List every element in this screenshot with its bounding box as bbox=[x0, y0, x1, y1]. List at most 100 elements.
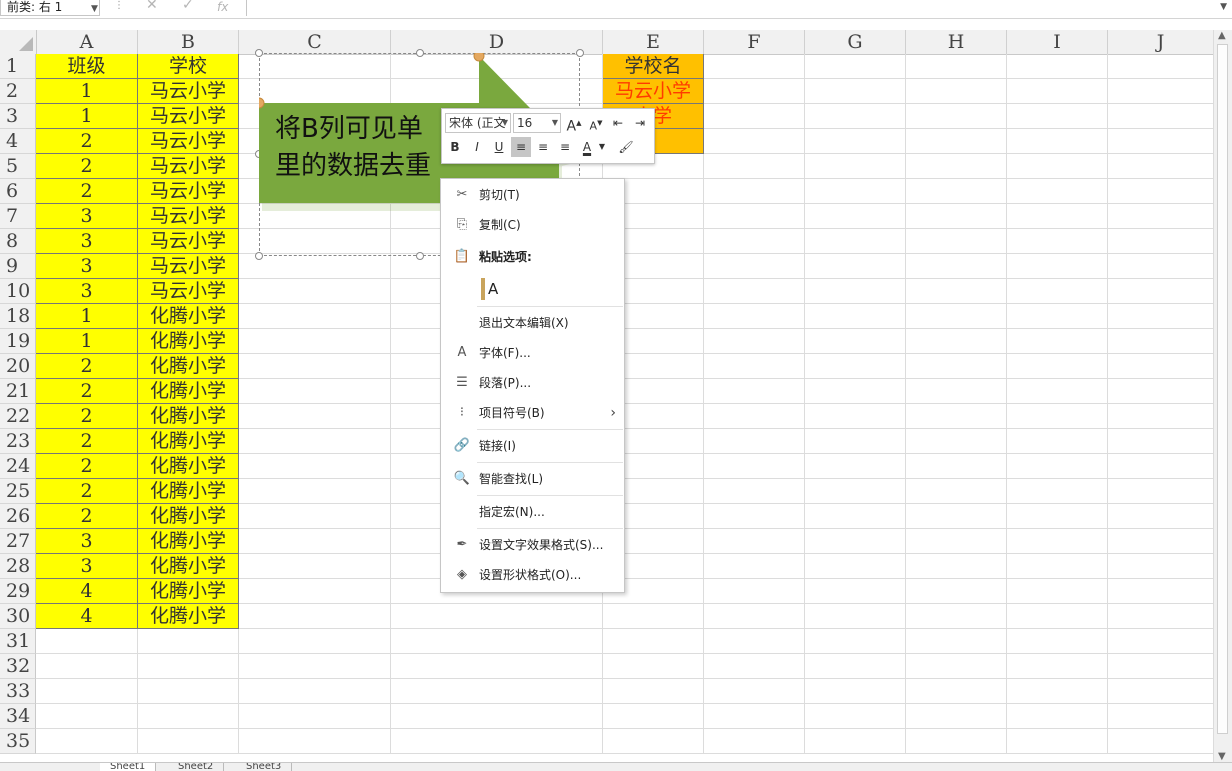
cell-i[interactable] bbox=[1007, 79, 1108, 104]
cell-g[interactable] bbox=[805, 379, 906, 404]
menu-item-paste-text-only[interactable]: A bbox=[441, 275, 624, 303]
cell-c[interactable] bbox=[239, 704, 391, 729]
cell-a[interactable]: 2 bbox=[36, 504, 138, 529]
cell-g[interactable] bbox=[805, 54, 906, 79]
row-header[interactable]: 29 bbox=[0, 579, 36, 604]
cell-g[interactable] bbox=[805, 279, 906, 304]
cell-j[interactable] bbox=[1108, 654, 1214, 679]
cell-j[interactable] bbox=[1108, 154, 1214, 179]
cell-j[interactable] bbox=[1108, 479, 1214, 504]
insert-function-icon[interactable]: fx bbox=[217, 0, 228, 14]
cell-h[interactable] bbox=[906, 104, 1007, 129]
font-name-select[interactable]: 宋体 (正文 ▼ bbox=[445, 113, 511, 133]
row-header[interactable]: 21 bbox=[0, 379, 36, 404]
cell-b[interactable]: 马云小学 bbox=[138, 104, 239, 129]
adjust-handle[interactable] bbox=[473, 53, 485, 62]
cell-j[interactable] bbox=[1108, 79, 1214, 104]
cell-c[interactable] bbox=[239, 479, 391, 504]
cell-j[interactable] bbox=[1108, 679, 1214, 704]
menu-item-scissors[interactable]: ✂ 剪切(T) bbox=[441, 181, 624, 209]
cell-f[interactable] bbox=[704, 629, 805, 654]
cell-h[interactable] bbox=[906, 204, 1007, 229]
bold-button[interactable]: B bbox=[445, 137, 465, 157]
cell-b[interactable] bbox=[138, 629, 239, 654]
cell-a[interactable]: 班级 bbox=[36, 54, 138, 79]
cell-h[interactable] bbox=[906, 304, 1007, 329]
italic-button[interactable]: I bbox=[467, 137, 487, 157]
cell-b[interactable]: 马云小学 bbox=[138, 129, 239, 154]
cell-i[interactable] bbox=[1007, 204, 1108, 229]
column-header-a[interactable]: A bbox=[36, 30, 138, 54]
cell-i[interactable] bbox=[1007, 279, 1108, 304]
cell-j[interactable] bbox=[1108, 704, 1214, 729]
row-header[interactable]: 32 bbox=[0, 654, 36, 679]
menu-item-font[interactable]: A 字体(F)... bbox=[441, 339, 624, 367]
cell-h[interactable] bbox=[906, 629, 1007, 654]
cell-j[interactable] bbox=[1108, 454, 1214, 479]
cell-g[interactable] bbox=[805, 104, 906, 129]
cell-i[interactable] bbox=[1007, 454, 1108, 479]
cell-i[interactable] bbox=[1007, 129, 1108, 154]
cell-h[interactable] bbox=[906, 179, 1007, 204]
cell-f[interactable] bbox=[704, 304, 805, 329]
grow-font-button[interactable]: A▲ bbox=[564, 113, 584, 135]
cell-a[interactable]: 3 bbox=[36, 229, 138, 254]
cell-f[interactable] bbox=[704, 479, 805, 504]
cell-i[interactable] bbox=[1007, 729, 1108, 754]
cell-g[interactable] bbox=[805, 329, 906, 354]
cell-a[interactable]: 2 bbox=[36, 479, 138, 504]
cell-f[interactable] bbox=[704, 504, 805, 529]
cell-i[interactable] bbox=[1007, 604, 1108, 629]
menu-item-shape-format[interactable]: ◈ 设置形状格式(O)... bbox=[441, 561, 624, 589]
menu-item-item-10[interactable]: 指定宏(N)... bbox=[441, 498, 624, 526]
cell-i[interactable] bbox=[1007, 404, 1108, 429]
menu-item-copy[interactable]: ⎘ 复制(C) bbox=[441, 211, 624, 239]
cell-e[interactable] bbox=[603, 654, 704, 679]
cell-h[interactable] bbox=[906, 479, 1007, 504]
cell-a[interactable]: 1 bbox=[36, 79, 138, 104]
cell-f[interactable] bbox=[704, 254, 805, 279]
cell-j[interactable] bbox=[1108, 729, 1214, 754]
cell-b[interactable]: 化腾小学 bbox=[138, 604, 239, 629]
align-left-icon[interactable]: ≡ bbox=[511, 137, 531, 157]
cell-j[interactable] bbox=[1108, 579, 1214, 604]
row-header[interactable]: 8 bbox=[0, 229, 36, 254]
cell-a[interactable] bbox=[36, 679, 138, 704]
cell-g[interactable] bbox=[805, 304, 906, 329]
cell-i[interactable] bbox=[1007, 154, 1108, 179]
cell-i[interactable] bbox=[1007, 704, 1108, 729]
decrease-indent-icon[interactable]: ⇤ bbox=[608, 113, 628, 133]
cell-i[interactable] bbox=[1007, 529, 1108, 554]
row-header[interactable]: 9 bbox=[0, 254, 36, 279]
cell-e[interactable] bbox=[603, 704, 704, 729]
align-right-icon[interactable]: ≡ bbox=[555, 137, 575, 157]
cell-h[interactable] bbox=[906, 654, 1007, 679]
row-header[interactable]: 30 bbox=[0, 604, 36, 629]
cell-i[interactable] bbox=[1007, 329, 1108, 354]
cell-c[interactable] bbox=[239, 629, 391, 654]
cell-i[interactable] bbox=[1007, 429, 1108, 454]
row-header[interactable]: 20 bbox=[0, 354, 36, 379]
cell-g[interactable] bbox=[805, 679, 906, 704]
menu-item-link[interactable]: 🔗 链接(I) bbox=[441, 432, 624, 460]
cell-h[interactable] bbox=[906, 679, 1007, 704]
cell-h[interactable] bbox=[906, 54, 1007, 79]
cell-i[interactable] bbox=[1007, 679, 1108, 704]
cell-j[interactable] bbox=[1108, 129, 1214, 154]
cell-h[interactable] bbox=[906, 279, 1007, 304]
cell-c[interactable] bbox=[239, 679, 391, 704]
column-header-i[interactable]: I bbox=[1007, 30, 1108, 54]
cell-a[interactable]: 4 bbox=[36, 604, 138, 629]
scroll-up-icon[interactable]: ▲ bbox=[1218, 30, 1226, 41]
cell-f[interactable] bbox=[704, 279, 805, 304]
cell-j[interactable] bbox=[1108, 229, 1214, 254]
cell-g[interactable] bbox=[805, 429, 906, 454]
cell-f[interactable] bbox=[704, 354, 805, 379]
cell-b[interactable]: 化腾小学 bbox=[138, 379, 239, 404]
cell-a[interactable]: 1 bbox=[36, 329, 138, 354]
cell-h[interactable] bbox=[906, 254, 1007, 279]
row-header[interactable]: 26 bbox=[0, 504, 36, 529]
cell-g[interactable] bbox=[805, 229, 906, 254]
cell-b[interactable]: 马云小学 bbox=[138, 279, 239, 304]
cell-c[interactable] bbox=[239, 329, 391, 354]
